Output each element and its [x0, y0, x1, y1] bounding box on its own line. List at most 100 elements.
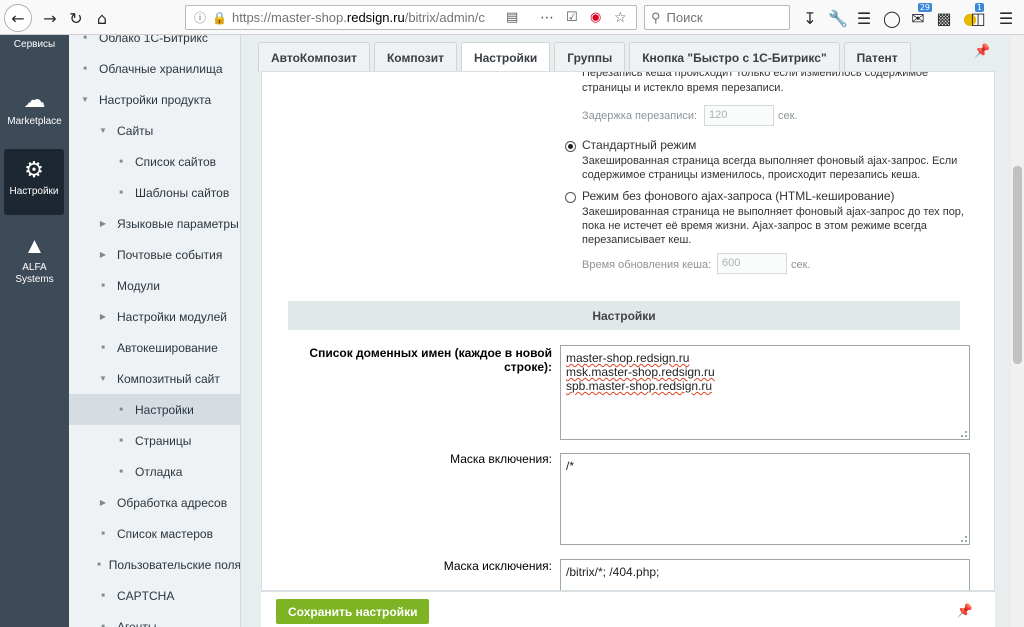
html-cache-mode-label[interactable]: Режим без фонового ajax-запроса (HTML-ке… — [582, 190, 895, 203]
downloads-icon[interactable]: ↧ — [798, 6, 822, 30]
tree-item[interactable]: ■ Страницы — [69, 425, 240, 456]
delay-input[interactable]: 120 — [704, 105, 774, 126]
search-icon: ⚲ — [651, 9, 661, 25]
page-scrollbar[interactable] — [1011, 35, 1024, 627]
address-bar[interactable]: ⓘ 🔒 https://master-shop.redsign.ru/bitri… — [185, 5, 637, 30]
bookmark-star-icon[interactable]: ☆ — [614, 10, 627, 26]
library-icon[interactable]: ☰ — [852, 6, 876, 30]
tree-item[interactable]: ▶ Настройки модулей — [69, 301, 240, 332]
resize-handle[interactable] — [961, 536, 967, 542]
tree-item-label: Список мастеров — [117, 526, 213, 541]
tree-item[interactable]: ■ Список мастеров — [69, 518, 240, 549]
tree-item[interactable]: ■ Список сайтов — [69, 146, 240, 177]
search-bar[interactable]: ⚲ Поиск — [644, 5, 790, 30]
tab-autocomposite[interactable]: АвтоКомпозит — [258, 42, 370, 72]
exclude-mask-textarea[interactable]: /bitrix/*; /404.php; — [560, 559, 970, 590]
tree-item-label: Настройки — [135, 402, 194, 417]
triangle-right-icon[interactable]: ▶ — [97, 498, 109, 507]
html-cache-mode-desc-2: пока не истечет её время жизни. Ajax-зап… — [582, 220, 927, 232]
tree-item-label: CAPTCHA — [117, 588, 175, 603]
domains-textarea[interactable]: master-shop.redsign.ru msk.master-shop.r… — [560, 345, 970, 440]
tree-item[interactable]: ▼ Настройки продукта — [69, 84, 240, 115]
tab-bitrix-button[interactable]: Кнопка "Быстро с 1С-Битрикс" — [629, 42, 840, 72]
back-arrow-icon[interactable]: ← — [4, 4, 32, 32]
tree-item[interactable]: ▶ Языковые параметры — [69, 208, 240, 239]
pocket-icon[interactable]: ☑ — [566, 10, 578, 25]
admin-menu-alfa[interactable]: ▲ ALFA Systems — [0, 233, 69, 286]
triangle-right-icon[interactable]: ▶ — [97, 250, 109, 259]
mail-icon[interactable]: ✉ 29 — [906, 3, 932, 30]
tree-item[interactable]: ■ Облачные хранилища — [69, 53, 240, 84]
bullet-icon: ■ — [119, 189, 123, 196]
url-text: https://master-shop.redsign.ru/bitrix/ad… — [232, 10, 485, 25]
tree-item[interactable]: ■ CAPTCHA — [69, 580, 240, 611]
tab-composite[interactable]: Композит — [373, 42, 457, 72]
triangle-down-icon[interactable]: ▼ — [79, 95, 91, 104]
reader-view-icon[interactable]: ▤ — [506, 10, 518, 25]
tree-item[interactable]: ▶ Обработка адресов — [69, 487, 240, 518]
admin-menu-settings[interactable]: ⚙ Настройки — [4, 149, 64, 215]
standard-mode-desc-1: Закешированная страница всегда выполняет… — [582, 155, 958, 167]
triangle-down-icon[interactable]: ▼ — [97, 126, 109, 135]
hamburger-menu-icon[interactable]: ☰ — [994, 6, 1018, 30]
reload-icon[interactable]: ↻ — [64, 6, 88, 30]
tree-item[interactable]: ■ Пользовательские поля — [69, 549, 240, 580]
tree-item[interactable]: ▼ Композитный сайт — [69, 363, 240, 394]
tree-item[interactable]: ■ Шаблоны сайтов — [69, 177, 240, 208]
page-actions-icon[interactable]: ⋯ — [540, 10, 554, 26]
refresh-unit: сек. — [791, 259, 811, 271]
triangle-right-icon[interactable]: ▶ — [97, 219, 109, 228]
tree-item[interactable]: ▼ Сайты — [69, 115, 240, 146]
admin-menu-services[interactable]: Сервисы — [0, 39, 69, 50]
pin-icon[interactable]: 📌 — [974, 44, 990, 59]
tab-patent[interactable]: Патент — [843, 42, 911, 72]
scroll-thumb[interactable] — [1013, 166, 1022, 364]
bullet-icon: ■ — [101, 592, 105, 599]
bullet-icon: ■ — [119, 468, 123, 475]
bullet-icon: ■ — [119, 406, 123, 413]
tree-item[interactable]: ■ Облако 1С-Битрикс — [69, 35, 240, 53]
tree-item[interactable]: ■ Настройки — [69, 394, 240, 425]
forward-arrow-icon[interactable]: → — [38, 6, 62, 30]
tab-groups[interactable]: Группы — [554, 42, 626, 72]
footer-pin-icon[interactable]: 📌 — [957, 604, 973, 619]
tree-item-label: Шаблоны сайтов — [135, 185, 230, 200]
adblock-icon[interactable]: ◉ — [590, 10, 601, 25]
wrench-icon[interactable]: 🔧 — [826, 6, 850, 30]
settings-tree: ■ Облако 1С-Битрикс ■ Облачные хранилища ▼ На… — [69, 35, 241, 627]
tree-item[interactable]: ■ Автокеширование — [69, 332, 240, 363]
bullet-icon: ■ — [101, 623, 105, 627]
tree-item[interactable]: ▶ Почтовые события — [69, 239, 240, 270]
bullet-icon: ■ — [83, 65, 87, 72]
bullet-icon: ■ — [101, 344, 105, 351]
bullet-icon: ■ — [97, 561, 101, 568]
sidebar-icon[interactable]: ◫ — [966, 6, 990, 30]
home-icon[interactable]: ⌂ — [90, 6, 114, 30]
tree-item[interactable]: ■ Отладка — [69, 456, 240, 487]
gear-icon: ⚙ — [24, 157, 44, 182]
standard-mode-label[interactable]: Стандартный режим — [582, 139, 696, 152]
tree-item-label: Сайты — [117, 123, 154, 138]
include-mask-textarea[interactable]: /* — [560, 453, 970, 545]
tree-item[interactable]: ■ Модули — [69, 270, 240, 301]
globe-icon[interactable]: ◯ — [880, 6, 904, 30]
standard-mode-radio[interactable] — [565, 141, 576, 152]
admin-menu-marketplace[interactable]: ☁ Marketplace — [0, 87, 69, 127]
cloud-download-icon: ☁ — [23, 87, 46, 112]
translate-icon[interactable]: ▩ — [932, 6, 956, 30]
tree-item-label: Облако 1С-Битрикс — [99, 35, 208, 45]
triangle-down-icon[interactable]: ▼ — [97, 374, 109, 383]
tree-item-label: Настройки модулей — [117, 309, 227, 324]
bullet-icon: ■ — [83, 35, 87, 41]
tree-item[interactable]: ■ Агенты — [69, 611, 240, 627]
domain-line: master-shop.redsign.ru — [566, 351, 690, 365]
info-icon[interactable]: ⓘ — [194, 9, 206, 26]
html-cache-mode-radio[interactable] — [565, 192, 576, 203]
tab-settings[interactable]: Настройки — [460, 42, 551, 73]
refresh-input[interactable]: 600 — [717, 253, 787, 274]
resize-handle[interactable] — [961, 431, 967, 437]
alfa-logo-icon: ▲ — [23, 233, 46, 258]
triangle-right-icon[interactable]: ▶ — [97, 312, 109, 321]
save-settings-button[interactable]: Сохранить настройки — [276, 599, 430, 624]
delay-label: Задержка перезаписи: — [582, 110, 698, 122]
